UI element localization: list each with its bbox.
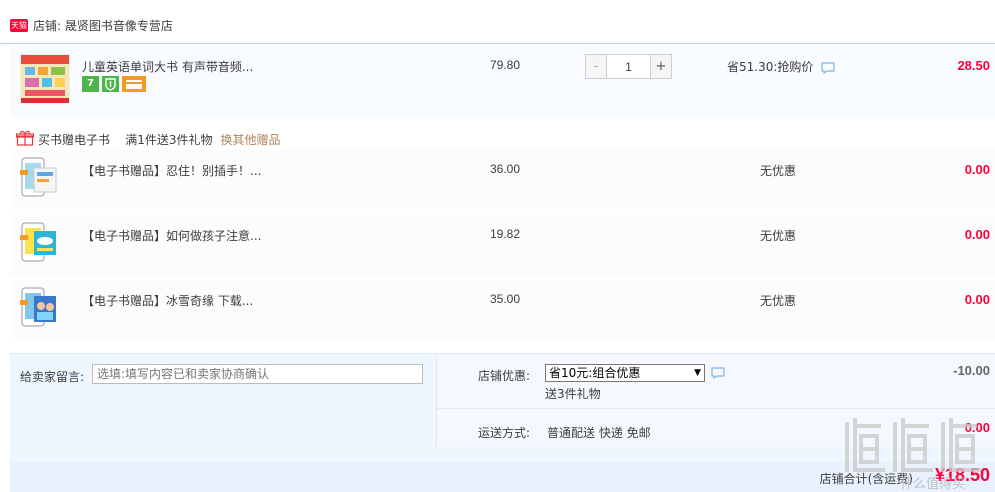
item-title-link[interactable]: 儿童英语单词大书 有声带音频...	[82, 58, 253, 75]
card-icon	[126, 80, 142, 89]
comment-icon[interactable]	[821, 61, 835, 74]
gift-thumbnail[interactable]	[20, 286, 58, 328]
gift-promo: 无优惠	[760, 164, 797, 178]
gift-thumbnail[interactable]	[20, 156, 58, 198]
discount-amount: -10.00	[953, 363, 990, 378]
quantity-stepper: - +	[585, 54, 672, 79]
seller-message-input[interactable]	[92, 364, 423, 384]
gift-item: 【电子书赠品】忍住！别插手！... 36.00 无优惠 0.00	[10, 150, 995, 212]
phone-book-icon	[20, 287, 56, 327]
gift-title-link[interactable]: 【电子书赠品】冰雪奇缘 下载...	[82, 292, 253, 309]
gift-icon	[16, 130, 34, 146]
tmall-badge-icon: 天猫	[10, 19, 28, 32]
shield-icon	[105, 78, 116, 91]
shop-discount-select[interactable]: 省10元:组合优惠 ▼	[545, 364, 705, 382]
divider	[436, 408, 995, 409]
comment-icon[interactable]	[711, 367, 725, 379]
gift-subtotal: 0.00	[964, 162, 990, 177]
item-subtotal: 28.50	[957, 58, 990, 73]
gift-promo-text: 买书赠电子书 满1件送3件礼物 换其他赠品	[38, 131, 281, 148]
shipping-method: 普通配送 快递 免邮	[547, 426, 651, 440]
gift-title-link[interactable]: 【电子书赠品】如何做孩子注意...	[82, 227, 261, 244]
gift-unit-price: 19.82	[490, 227, 521, 241]
item-thumbnail[interactable]	[20, 54, 70, 104]
quality-guarantee-icon[interactable]	[102, 76, 119, 92]
gift-item: 【电子书赠品】冰雪奇缘 下载... 35.00 无优惠 0.00	[10, 280, 995, 342]
shop-total-label: 店铺合计(含运费)	[819, 472, 913, 486]
phone-book-icon	[20, 222, 56, 262]
shop-name-link[interactable]: 店铺: 晟贤图书音像专营店	[33, 17, 173, 34]
gift-promo-label: 买书赠电子书 满1件送3件礼物	[38, 133, 213, 147]
cart-item-main: 儿童英语单词大书 有声带音频... 7 79.80 - + 省51.30:抢购价…	[10, 46, 995, 118]
gift-promo: 无优惠	[760, 229, 797, 243]
item-promo-text: 省51.30:抢购价	[727, 60, 814, 74]
service-tags: 7	[82, 76, 146, 92]
gift-thumbnail[interactable]	[20, 221, 58, 263]
shop-total-row: 店铺合计(含运费) ¥18.50	[10, 462, 995, 492]
watermark-text: 什么值得买	[899, 476, 965, 491]
gift-unit-price: 36.00	[490, 162, 521, 176]
gift-promo: 无优惠	[760, 294, 797, 308]
gift-promo-bar: 买书赠电子书 满1件送3件礼物 换其他赠品	[10, 128, 995, 148]
shop-discount-label: 店铺优惠:	[478, 369, 531, 383]
quantity-input[interactable]	[607, 55, 650, 78]
gift-title-link[interactable]: 【电子书赠品】忍住！别插手！...	[82, 162, 261, 179]
shipping-label: 运送方式:	[478, 426, 531, 440]
book-cover-icon	[21, 55, 69, 103]
shop-discount-selected: 省10元:组合优惠	[549, 366, 641, 380]
credit-card-icon[interactable]	[122, 76, 146, 92]
item-unit-price: 79.80	[490, 58, 521, 72]
item-promo: 省51.30:抢购价	[727, 58, 835, 75]
change-gift-link[interactable]: 换其他赠品	[221, 133, 281, 147]
shipping-price: 0.00	[964, 420, 990, 435]
gift-subtotal: 0.00	[964, 292, 990, 307]
gift-subtotal: 0.00	[964, 227, 990, 242]
order-summary-panel: 给卖家留言: 店铺优惠: 省10元:组合优惠 ▼ 送3件礼物 -10.00 运送…	[10, 353, 995, 492]
triangle-down-icon: ▼	[694, 368, 701, 378]
discount-gift-note: 送3件礼物	[545, 387, 601, 401]
quantity-decrease-button[interactable]: -	[586, 55, 607, 78]
seven-day-return-icon[interactable]: 7	[82, 76, 99, 92]
phone-book-icon	[20, 157, 57, 197]
gift-unit-price: 35.00	[490, 292, 521, 306]
shop-header: 天猫 店铺: 晟贤图书音像专营店	[0, 0, 995, 44]
seller-message-label: 给卖家留言:	[20, 370, 85, 384]
gift-item: 【电子书赠品】如何做孩子注意... 19.82 无优惠 0.00	[10, 215, 995, 277]
quantity-increase-button[interactable]: +	[650, 55, 671, 78]
